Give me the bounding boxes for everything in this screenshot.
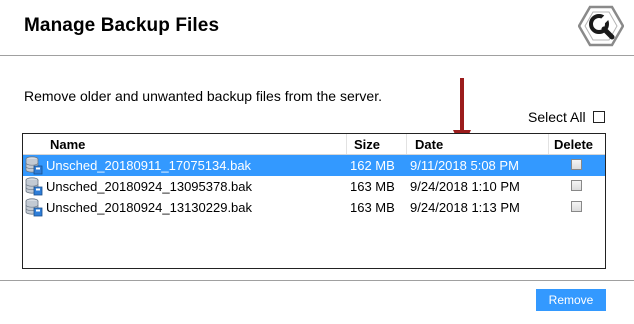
description-text: Remove older and unwanted backup files f… — [24, 88, 382, 104]
header-divider — [0, 55, 634, 56]
database-file-icon — [25, 198, 43, 217]
delete-checkbox[interactable] — [571, 201, 582, 212]
file-name: Unsched_20180924_13095378.bak — [46, 179, 253, 194]
delete-checkbox[interactable] — [571, 180, 582, 191]
file-size: 163 MB — [350, 200, 395, 215]
select-all-label: Select All — [528, 109, 586, 125]
file-date: 9/24/2018 1:13 PM — [410, 200, 520, 215]
backup-files-table: Name Size Date Delete Unsched_20180911_1… — [22, 133, 606, 269]
remove-button[interactable]: Remove — [536, 289, 606, 311]
file-date: 9/11/2018 5:08 PM — [410, 158, 519, 173]
table-row[interactable]: Unsched_20180924_13095378.bak 163 MB 9/2… — [23, 176, 605, 197]
column-header-date[interactable]: Date — [415, 137, 443, 152]
file-name: Unsched_20180924_13130229.bak — [46, 200, 253, 215]
database-file-icon — [25, 177, 43, 196]
table-row[interactable]: Unsched_20180911_17075134.bak 162 MB 9/1… — [23, 155, 605, 176]
file-name: Unsched_20180911_17075134.bak — [46, 158, 252, 173]
database-file-icon — [25, 156, 43, 175]
wrench-gear-icon — [578, 5, 624, 47]
file-size: 162 MB — [350, 158, 395, 173]
column-divider[interactable] — [346, 134, 347, 154]
footer-divider — [0, 280, 634, 281]
select-all-control[interactable]: Select All — [528, 109, 605, 125]
select-all-checkbox[interactable] — [592, 111, 605, 123]
file-size: 163 MB — [350, 179, 395, 194]
file-date: 9/24/2018 1:10 PM — [410, 179, 520, 194]
table-header: Name Size Date Delete — [23, 134, 605, 155]
delete-checkbox[interactable] — [571, 159, 582, 170]
column-header-name[interactable]: Name — [50, 137, 85, 152]
column-header-size[interactable]: Size — [354, 137, 380, 152]
column-divider[interactable] — [406, 134, 407, 154]
page-title: Manage Backup Files — [24, 15, 220, 36]
column-header-delete[interactable]: Delete — [554, 137, 593, 152]
column-divider[interactable] — [548, 134, 549, 154]
table-row[interactable]: Unsched_20180924_13130229.bak 163 MB 9/2… — [23, 197, 605, 218]
